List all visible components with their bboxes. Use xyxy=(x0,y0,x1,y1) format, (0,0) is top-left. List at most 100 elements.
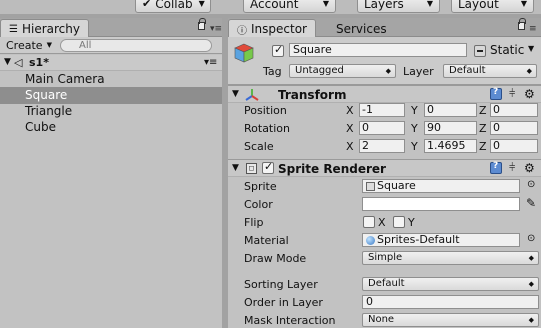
sprite-object-field[interactable]: Square xyxy=(362,179,520,193)
unity-scene-icon: ◁ xyxy=(14,56,23,69)
account-label: Account xyxy=(250,0,299,11)
help-book-icon[interactable] xyxy=(490,87,502,100)
layers-button[interactable]: Layers ▼ xyxy=(357,0,440,13)
hierarchy-item-triangle[interactable]: Triangle xyxy=(0,103,222,120)
material-object-field[interactable]: Sprites-Default xyxy=(362,233,520,247)
layout-button[interactable]: Layout ▼ xyxy=(451,0,534,13)
object-picker-icon[interactable]: ⊙ xyxy=(527,233,535,244)
tab-inspector[interactable]: ⓘ Inspector xyxy=(228,19,316,38)
hierarchy-panel: ☰ Hierarchy ▾≡ Create ▼ ⚲▾ All ▼ ◁ s1* ▾… xyxy=(0,18,222,328)
hierarchy-tab-strip: ☰ Hierarchy ▾≡ xyxy=(0,18,222,38)
sorting-layer-value: Default xyxy=(368,278,405,289)
dropdown-arrows-icon: ◆ xyxy=(385,67,391,75)
scale-y-field[interactable]: 1.4695 xyxy=(424,139,477,153)
panel-menu-icon[interactable]: ≡ xyxy=(529,24,537,34)
sorting-layer-dropdown[interactable]: Default ◆ xyxy=(362,277,539,291)
rotation-x-label: X xyxy=(346,122,354,135)
chevron-down-icon[interactable]: ▼ xyxy=(528,44,534,53)
position-x-field[interactable]: -1 xyxy=(359,103,405,117)
hierarchy-item-main-camera[interactable]: Main Camera xyxy=(0,71,222,88)
static-checkbox[interactable] xyxy=(474,45,486,57)
preset-sliders-icon[interactable]: ⫩ xyxy=(509,162,521,174)
inspector-tab-strip: ⓘ Inspector Services ≡ xyxy=(228,18,541,38)
gear-icon[interactable]: ⚙ xyxy=(524,88,536,100)
preset-sliders-icon[interactable]: ⫩ xyxy=(509,88,521,100)
create-label: Create xyxy=(6,38,43,52)
collab-button[interactable]: ✔ Collab ▼ xyxy=(135,0,211,13)
gear-icon[interactable]: ⚙ xyxy=(524,162,536,174)
hierarchy-item-square[interactable]: Square xyxy=(0,87,222,104)
scene-row[interactable]: ▼ ◁ s1* ▾≡ xyxy=(0,55,222,71)
chevron-down-icon: ▼ xyxy=(322,0,329,8)
rotation-x-field[interactable]: 0 xyxy=(359,121,405,135)
hierarchy-item-cube[interactable]: Cube xyxy=(0,119,222,136)
mask-interaction-label: Mask Interaction xyxy=(244,314,336,327)
position-z-field[interactable]: 0 xyxy=(490,103,538,117)
dropdown-arrows-icon: ◆ xyxy=(528,280,534,288)
position-y-field[interactable]: 0 xyxy=(424,103,477,117)
sprite-value: Square xyxy=(377,179,416,192)
sprite-renderer-title: Sprite Renderer xyxy=(278,162,386,176)
rotation-y-label: Y xyxy=(411,122,418,135)
scale-z-field[interactable]: 0 xyxy=(490,139,538,153)
position-label: Position xyxy=(244,104,287,117)
scale-z-label: Z xyxy=(479,140,487,153)
create-button[interactable]: Create ▼ xyxy=(3,38,53,52)
rotation-y-field[interactable]: 90 xyxy=(424,121,477,135)
position-z-label: Z xyxy=(479,104,487,117)
sprite-renderer-header[interactable]: ▼ ◻ Sprite Renderer ⫩ ⚙ xyxy=(228,159,541,177)
scene-menu-icon[interactable]: ▾≡ xyxy=(204,57,217,68)
tag-dropdown[interactable]: Untagged ◆ xyxy=(289,64,396,78)
material-sphere-icon xyxy=(366,236,375,245)
expand-arrow-icon[interactable]: ▼ xyxy=(4,57,11,67)
inspector-tab-label: Inspector xyxy=(251,22,307,36)
layers-label: Layers xyxy=(364,0,404,11)
top-toolbar: ✔ Collab ▼ Account ▼ Layers ▼ Layout ▼ xyxy=(0,0,541,14)
help-book-icon[interactable] xyxy=(490,161,502,174)
flip-y-checkbox[interactable] xyxy=(393,216,405,228)
lock-icon[interactable] xyxy=(518,18,526,30)
active-checkbox[interactable] xyxy=(272,43,284,57)
sprite-asset-icon xyxy=(366,182,375,191)
transform-axes-icon xyxy=(245,89,259,101)
object-picker-icon[interactable]: ⊙ xyxy=(527,179,535,190)
search-input[interactable]: All xyxy=(60,39,212,52)
hierarchy-tab-label: Hierarchy xyxy=(21,22,80,36)
sprite-renderer-enabled-checkbox[interactable] xyxy=(262,160,274,174)
color-swatch[interactable] xyxy=(362,197,520,211)
draw-mode-dropdown[interactable]: Simple ◆ xyxy=(362,251,539,265)
material-label: Material xyxy=(244,234,289,247)
scale-label: Scale xyxy=(244,140,274,153)
tab-services[interactable]: Services xyxy=(328,19,395,38)
flip-x-checkbox[interactable] xyxy=(363,216,375,228)
transform-header[interactable]: ▼ Transform ⫩ ⚙ xyxy=(228,85,541,103)
gameobject-name-field[interactable]: Square xyxy=(289,43,467,57)
expand-arrow-icon[interactable]: ▼ xyxy=(232,89,239,99)
account-button[interactable]: Account ▼ xyxy=(243,0,336,13)
gameobject-header: Square Static ▼ Tag Untagged ◆ Layer Def… xyxy=(228,37,541,85)
tag-label: Tag xyxy=(263,65,282,78)
tag-value: Untagged xyxy=(295,65,344,76)
check-circle-icon: ✔ xyxy=(142,0,152,10)
layer-label: Layer xyxy=(403,65,434,78)
expand-arrow-icon[interactable]: ▼ xyxy=(232,163,239,173)
layer-dropdown[interactable]: Default ◆ xyxy=(443,64,537,78)
inspector-panel: ⓘ Inspector Services ≡ Square Static ▼ T… xyxy=(228,18,541,328)
rotation-label: Rotation xyxy=(244,122,291,135)
sprite-renderer-icon: ◻ xyxy=(246,163,257,174)
layout-label: Layout xyxy=(458,0,499,11)
lock-icon[interactable] xyxy=(198,18,206,30)
position-x-label: X xyxy=(346,104,354,117)
order-in-layer-field[interactable]: 0 xyxy=(362,295,539,309)
sprite-label: Sprite xyxy=(244,180,277,193)
panel-menu-icon[interactable]: ▾≡ xyxy=(210,24,222,34)
tab-hierarchy[interactable]: ☰ Hierarchy xyxy=(0,19,89,38)
sorting-layer-label: Sorting Layer xyxy=(244,278,318,291)
gameobject-cube-icon xyxy=(234,43,254,63)
mask-interaction-dropdown[interactable]: None ◆ xyxy=(362,313,539,327)
rotation-z-field[interactable]: 0 xyxy=(490,121,538,135)
rotation-z-label: Z xyxy=(479,122,487,135)
scale-x-field[interactable]: 2 xyxy=(359,139,405,153)
chevron-down-icon: ▼ xyxy=(198,0,205,8)
eyedropper-icon[interactable]: ✎ xyxy=(526,196,536,210)
